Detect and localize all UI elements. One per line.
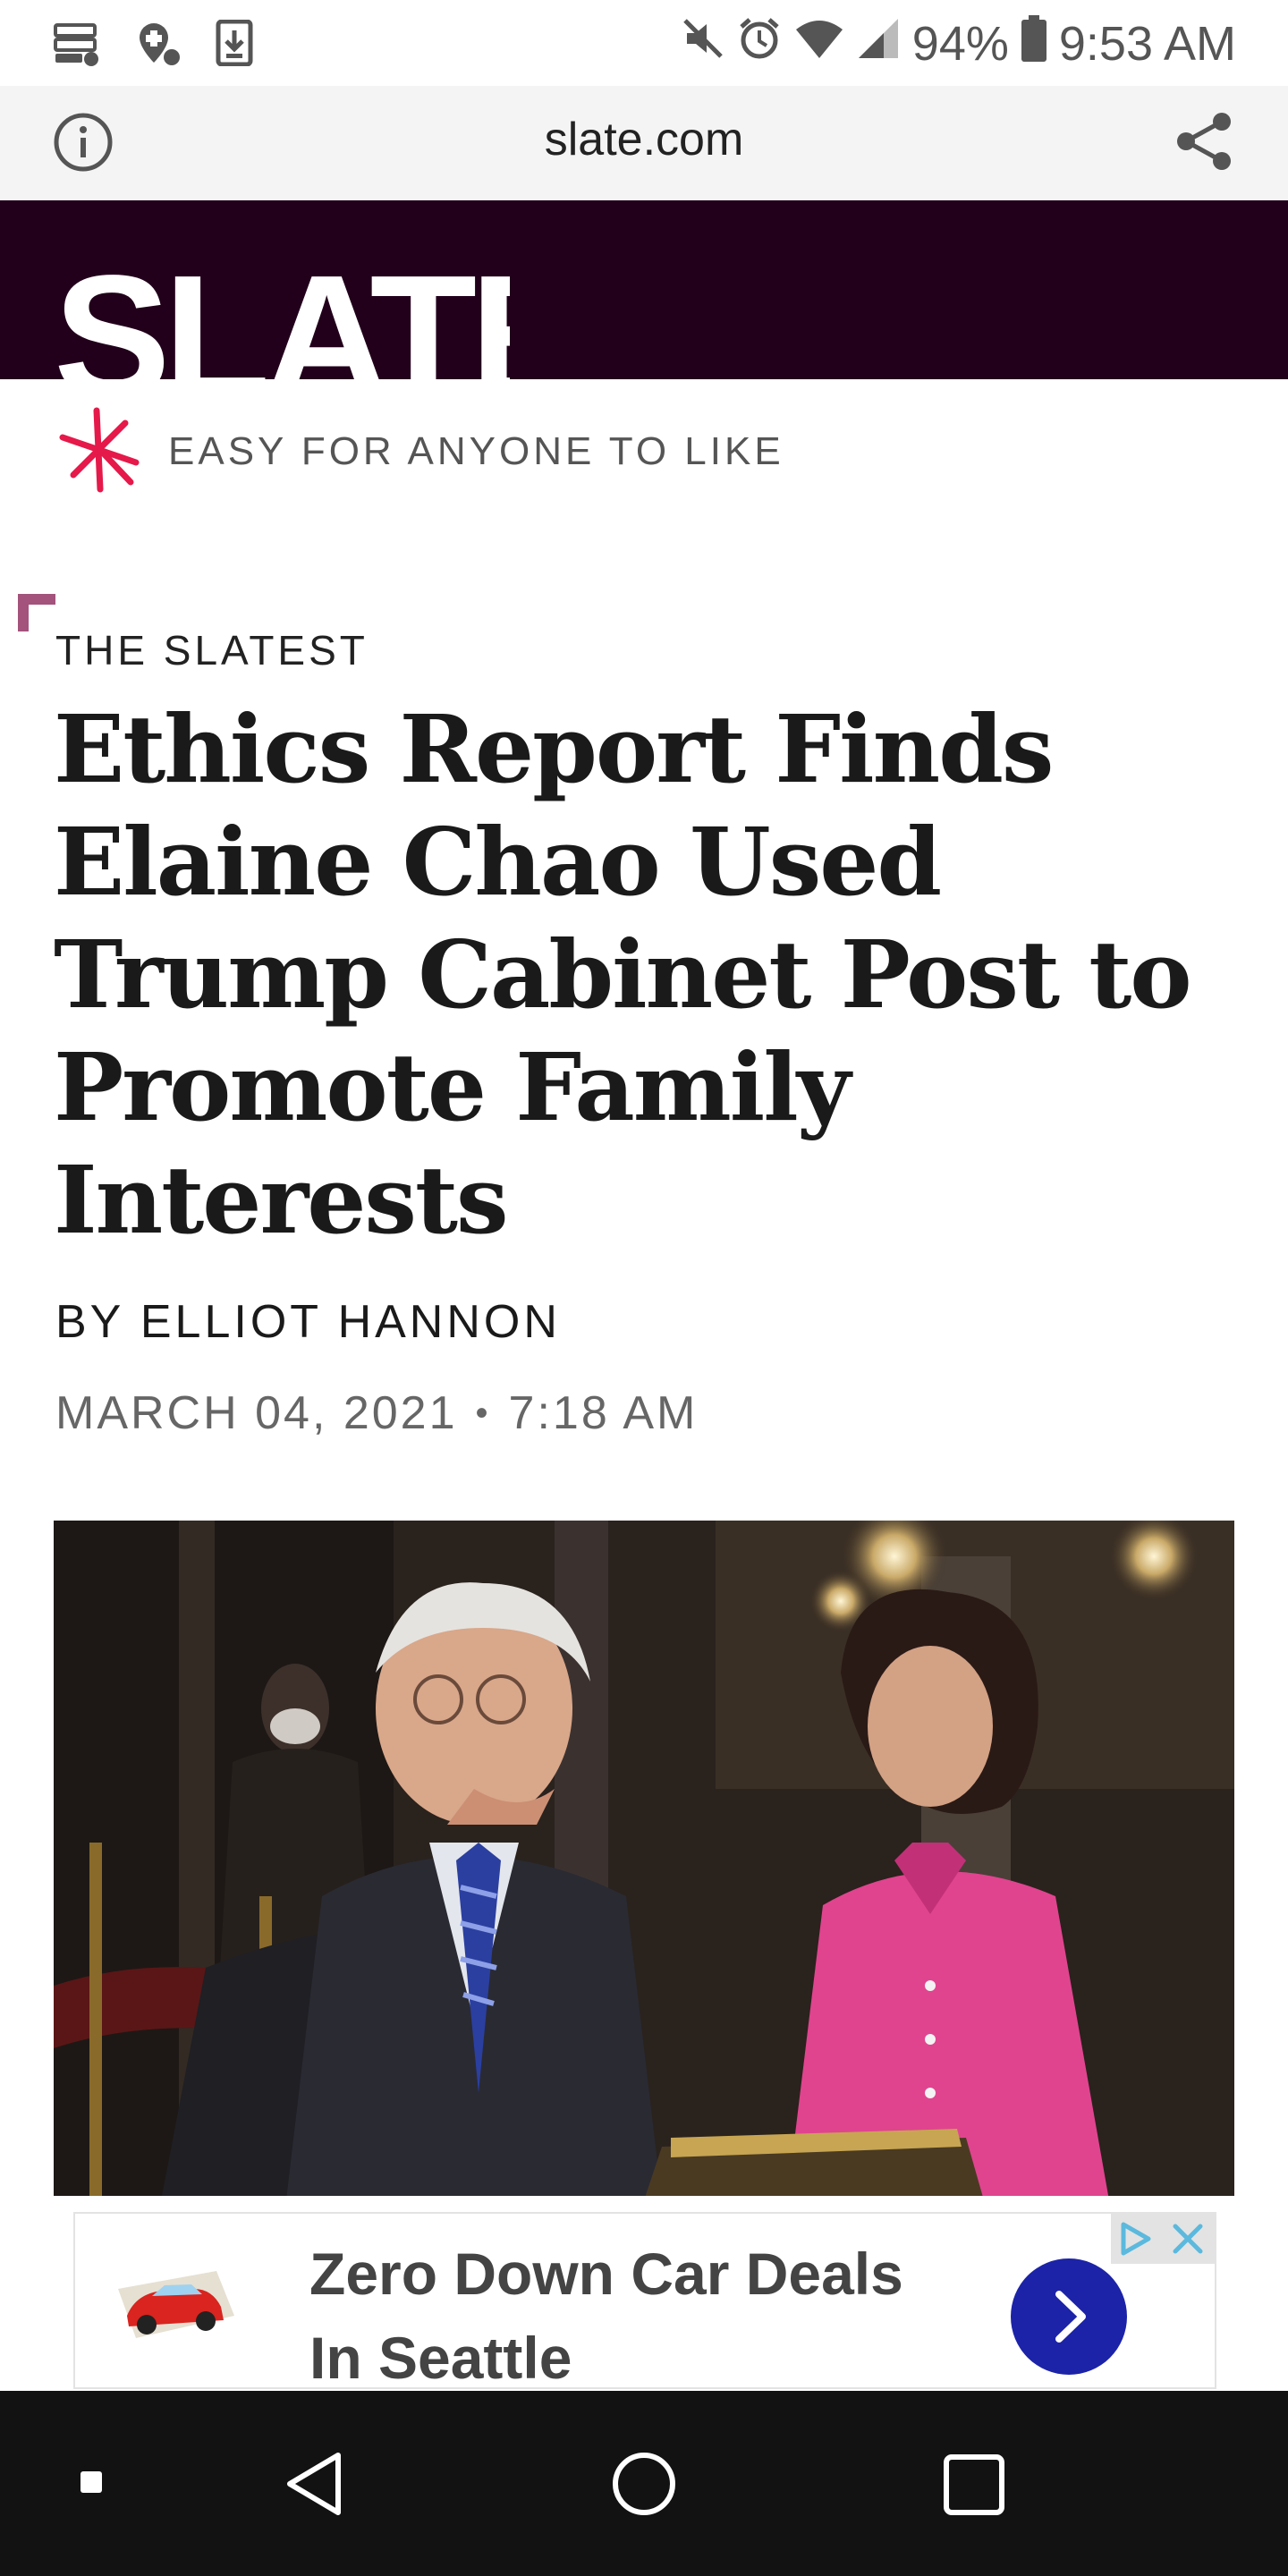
car-thumbnail-icon [109,2253,243,2356]
share-icon[interactable] [1172,109,1236,174]
alarm-icon [737,16,782,72]
clock-time: 9:53 AM [1058,17,1236,71]
status-bar: 94% 9:53 AM [0,0,1288,86]
menu-dot-icon[interactable] [80,2471,102,2497]
ad-go-button[interactable] [1011,2258,1127,2375]
corner-bracket-icon [18,594,55,636]
ad-banner[interactable]: Zero Down Car Deals In Seattle [73,2212,1216,2391]
article-dateline: MARCH 04, 2021 • 7:18 AM [55,1386,698,1440]
close-icon[interactable] [1168,2219,1208,2263]
slate-logo[interactable]: SLATE [54,239,588,379]
adchoices-icon[interactable] [1116,2219,1157,2263]
article-date: MARCH 04, 2021 [55,1387,458,1439]
wifi-icon [794,16,844,72]
slate-masthead: SLATE [0,200,1288,379]
url-text[interactable]: slate.com [0,113,1288,166]
svg-text:SLATE: SLATE [54,245,510,379]
ad-line-1: Zero Down Car Deals [309,2241,903,2307]
article-hero-image [54,1521,1234,2200]
article-time: 7:18 AM [508,1387,699,1439]
slate-logo-mark: SLATE [54,239,588,379]
home-icon[interactable] [612,2452,676,2521]
system-nav-bar [0,2391,1288,2576]
article-kicker[interactable]: THE SLATEST [55,626,369,674]
back-icon[interactable] [283,2450,345,2522]
section-header[interactable]: EASY FOR ANYONE TO LIKE [54,407,784,496]
ad-banner-container: Zero Down Car Deals In Seattle [0,2196,1288,2391]
location-add-icon [132,20,182,71]
battery-icon [1021,14,1046,73]
battery-percent: 94% [911,17,1009,71]
slate-star-icon [54,405,143,499]
chevron-right-icon [1055,2291,1086,2343]
storage-icon [54,20,100,71]
browser-url-bar: slate.com [0,86,1288,200]
recents-icon[interactable] [943,2453,1005,2521]
ad-headline: Zero Down Car Deals In Seattle [309,2232,903,2400]
ad-choices-bar [1111,2214,1215,2264]
hero-photo-illustration [54,1521,1234,2200]
mute-icon [682,16,724,72]
article-headline: Ethics Report Finds Elaine Chao Used Tru… [54,694,1192,1255]
article-byline[interactable]: BY ELLIOT HANNON [55,1295,561,1349]
separator-dot: • [475,1393,491,1433]
signal-icon [857,16,900,72]
ad-line-2: In Seattle [309,2325,572,2391]
section-label: EASY FOR ANYONE TO LIKE [168,429,784,473]
download-icon [215,19,254,71]
